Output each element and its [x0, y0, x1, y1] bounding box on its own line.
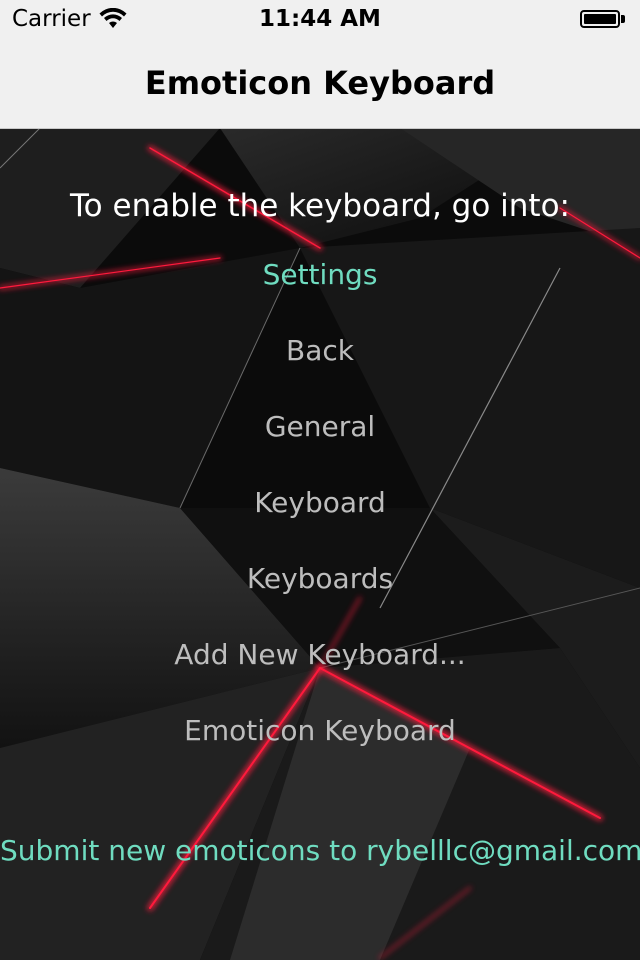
step-keyboard: Keyboard [254, 486, 386, 519]
status-time: 11:44 AM [259, 6, 381, 32]
step-general: General [264, 410, 376, 443]
battery-icon [580, 10, 628, 30]
status-bar: Carrier 11:44 AM [0, 0, 640, 40]
nav-title: Emoticon Keyboard [144, 64, 496, 102]
step-emoticon-keyboard: Emoticon Keyboard [184, 714, 456, 747]
intro-text: To enable the keyboard, go into: [70, 188, 570, 224]
step-keyboards: Keyboards [246, 562, 394, 595]
step-back: Back [286, 334, 354, 367]
step-settings[interactable]: Settings [0, 258, 640, 291]
instructions: To enable the keyboard, go into: Setting… [0, 128, 640, 960]
top-bar: Carrier 11:44 AM Emoticon Keyboard [0, 0, 640, 129]
screen: Carrier 11:44 AM Emoticon Keyboard To en… [0, 0, 640, 960]
step-add-new-keyboard: Add New Keyboard... [174, 638, 466, 671]
submit-email-link[interactable]: Submit new emoticons to rybelllc@gmail.c… [0, 834, 640, 867]
